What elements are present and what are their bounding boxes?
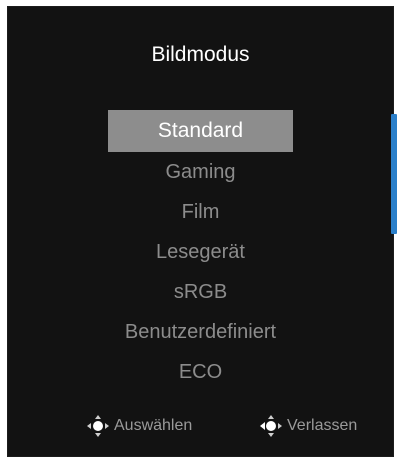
menu-item-eco[interactable]: ECO <box>8 352 393 392</box>
menu-item-standard[interactable]: Standard <box>108 110 293 152</box>
select-hint-label: Auswählen <box>114 417 193 434</box>
picture-mode-list: Standard Gaming Film Lesegerät sRGB Benu… <box>8 110 393 392</box>
osd-menu-panel: Bildmodus Standard Gaming Film Lesegerät… <box>7 6 397 457</box>
joystick-left-icon <box>259 414 283 438</box>
menu-item-lesegeraet[interactable]: Lesegerät <box>8 232 393 272</box>
joystick-icon <box>86 414 110 438</box>
menu-item-srgb[interactable]: sRGB <box>8 272 393 312</box>
select-hint: Auswählen <box>86 414 192 438</box>
exit-hint-label: Verlassen <box>287 417 358 434</box>
menu-item-gaming[interactable]: Gaming <box>8 152 393 192</box>
scroll-indicator <box>391 114 397 234</box>
menu-item-film[interactable]: Film <box>8 192 393 232</box>
menu-item-benutzerdefiniert[interactable]: Benutzerdefiniert <box>8 312 393 352</box>
exit-hint: Verlassen <box>259 414 357 438</box>
menu-title: Bildmodus <box>151 43 250 66</box>
